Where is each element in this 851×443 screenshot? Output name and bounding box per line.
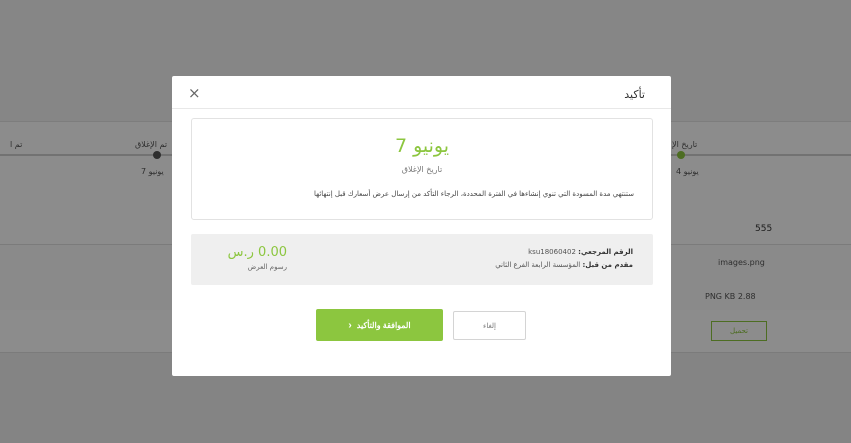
submitted-by-value: المؤسسة الرابعة الفرع الثاني	[495, 261, 581, 269]
confirm-button-label: الموافقة والتأكيد	[356, 320, 411, 330]
offer-summary: الرقم المرجعي: ksu18060402 مقدم من قبل: …	[191, 234, 653, 285]
confirmation-modal: تأكيد × 7 يونيو تاريخ الإغلاق ستنتهي مدة…	[172, 76, 671, 376]
submitted-by-label: مقدم من قبل:	[582, 261, 633, 269]
reference-label: الرقم المرجعي:	[578, 248, 633, 256]
closing-notice: ستنتهي مدة المسودة التي تنوي إنشاءها في …	[313, 190, 634, 198]
submitted-by-line: مقدم من قبل: المؤسسة الرابعة الفرع الثان…	[495, 261, 633, 269]
modal-title: تأكيد	[624, 88, 645, 101]
modal-divider	[172, 108, 671, 109]
fee-label: رسوم العرض	[247, 263, 287, 271]
fee-amount: 0.00 ر.س	[227, 245, 287, 260]
chevron-left-icon: ‹	[348, 319, 352, 331]
closing-date: 7 يونيو	[394, 135, 450, 157]
confirm-button[interactable]: الموافقة والتأكيد ‹	[316, 309, 443, 341]
close-icon[interactable]: ×	[188, 84, 201, 102]
reference-line: الرقم المرجعي: ksu18060402	[528, 248, 633, 256]
closing-info-box: 7 يونيو تاريخ الإغلاق ستنتهي مدة المسودة…	[191, 118, 653, 220]
closing-date-label: تاريخ الإغلاق	[401, 165, 443, 174]
cancel-button[interactable]: إلغاء	[453, 311, 526, 340]
reference-value: ksu18060402	[528, 248, 576, 256]
